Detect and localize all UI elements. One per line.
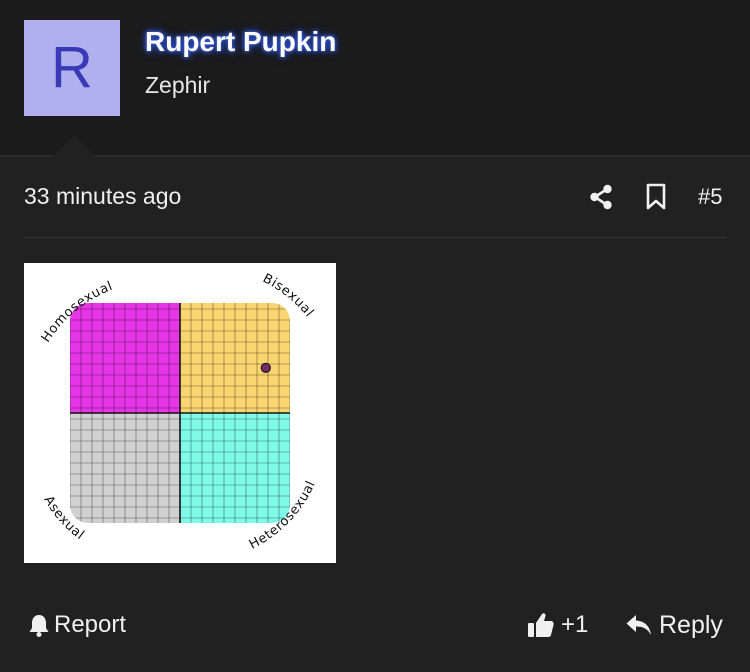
post-timestamp[interactable]: 33 minutes ago: [24, 183, 181, 210]
bookmark-icon[interactable]: [645, 183, 667, 210]
compass-chart: Homosexual Bisexual Asexual Heterosexual: [39, 271, 318, 552]
report-label: Report: [54, 611, 127, 638]
reply-arrow-icon: [626, 615, 651, 635]
share-icon[interactable]: [589, 184, 613, 210]
post-author-header: R Rupert Pupkin Zephir: [0, 0, 750, 155]
thumbs-up-icon: [528, 613, 554, 637]
like-count: +1: [561, 611, 589, 638]
like-button[interactable]: +1: [527, 609, 588, 641]
header-pointer-arrow: [52, 135, 96, 157]
author-name[interactable]: Rupert Pupkin: [145, 26, 336, 58]
avatar[interactable]: R: [24, 20, 120, 116]
header-divider: [0, 155, 750, 157]
report-button[interactable]: Report: [28, 609, 126, 641]
reply-label: Reply: [659, 610, 723, 639]
content-divider: [24, 237, 726, 238]
author-title: Zephir: [145, 72, 211, 98]
post-number-link[interactable]: #5: [698, 184, 722, 210]
bell-icon: [29, 615, 49, 637]
compass-point: [260, 362, 271, 374]
sexuality-compass-image[interactable]: Homosexual Bisexual Asexual Heterosexual: [24, 263, 336, 563]
reply-button[interactable]: Reply: [625, 609, 723, 641]
